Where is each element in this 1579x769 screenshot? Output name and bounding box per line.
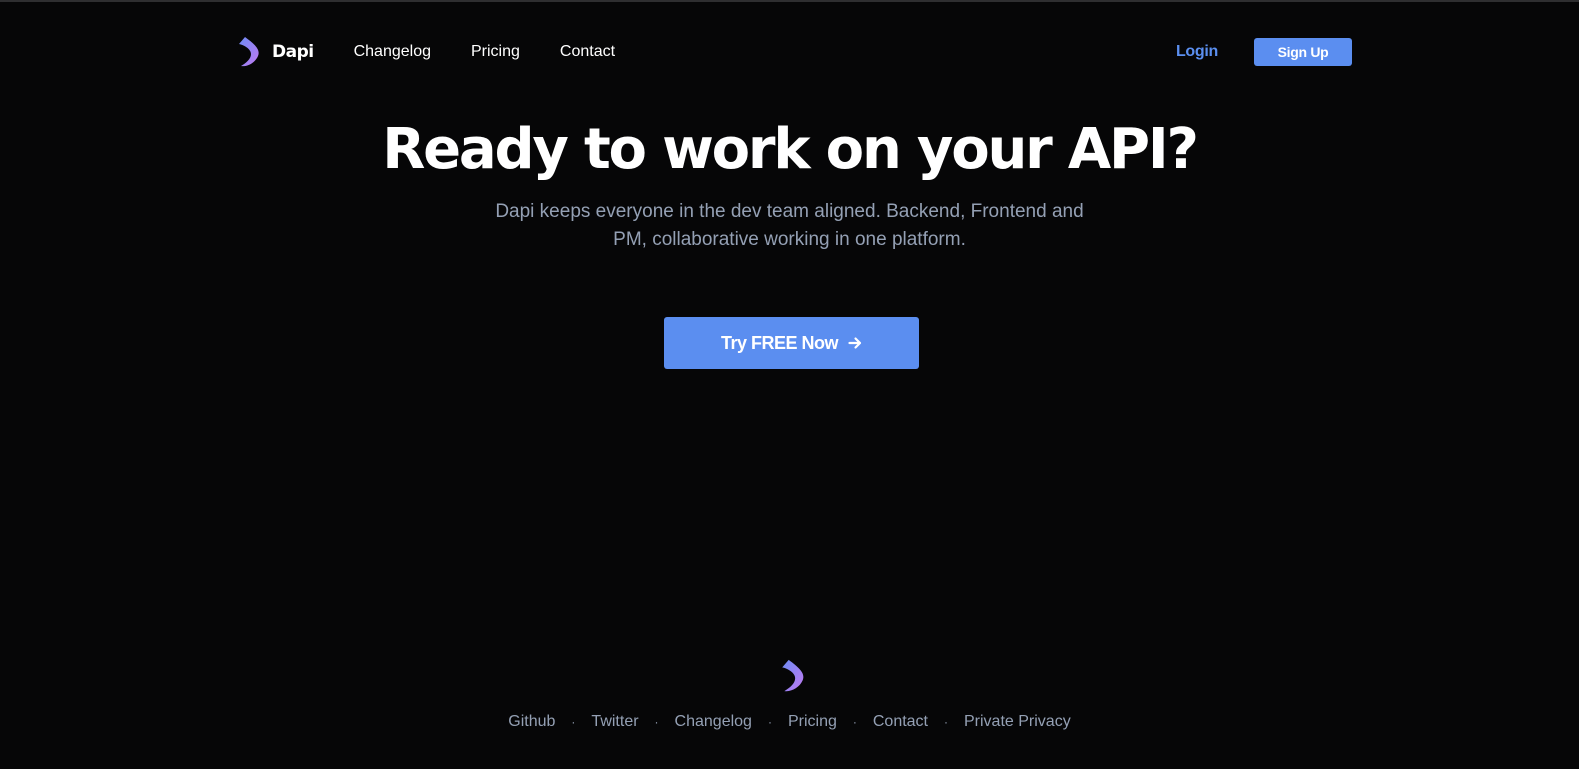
- signup-button[interactable]: Sign Up: [1254, 38, 1352, 66]
- footer-link-github[interactable]: Github: [508, 713, 555, 731]
- hero-title: Ready to work on your API?: [382, 117, 1199, 182]
- nav-links: Changelog Pricing Contact: [354, 43, 655, 61]
- nav-link-pricing[interactable]: Pricing: [471, 43, 520, 61]
- cta-label: Try FREE Now: [720, 332, 839, 353]
- nav-link-changelog[interactable]: Changelog: [354, 43, 431, 61]
- hero-subtitle: Dapi keeps everyone in the dev team alig…: [495, 201, 1084, 250]
- footer-link-pricing[interactable]: Pricing: [788, 713, 837, 731]
- footer-links: Github · Twitter · Changelog · Pricing ·…: [0, 713, 1579, 731]
- footer-link-twitter[interactable]: Twitter: [591, 713, 638, 731]
- footer-separator: ·: [944, 715, 948, 729]
- footer-separator: ·: [767, 715, 772, 729]
- login-link[interactable]: Login: [1176, 43, 1218, 61]
- footer-separator: ·: [654, 715, 659, 729]
- footer-link-contact[interactable]: Contact: [873, 713, 928, 731]
- top-navigation: Dapi Changelog Pricing Contact Login Sig…: [236, 32, 1352, 72]
- hero-section: Ready to work on your API? Dapi keeps ev…: [0, 114, 1579, 254]
- try-free-button[interactable]: Try FREE Now: [664, 317, 919, 369]
- auth-actions: Login Sign Up: [1176, 38, 1352, 66]
- dapi-logo-icon: [236, 36, 262, 68]
- footer-link-changelog[interactable]: Changelog: [675, 713, 752, 731]
- landing-page: Dapi Changelog Pricing Contact Login Sig…: [0, 0, 1579, 769]
- footer-separator: ·: [852, 715, 857, 729]
- footer-link-privacy[interactable]: Private Privacy: [964, 713, 1071, 731]
- footer-logo-icon: [779, 658, 807, 699]
- footer-separator: ·: [571, 715, 576, 729]
- nav-link-contact[interactable]: Contact: [560, 43, 615, 61]
- brand-name: Dapi: [272, 42, 314, 62]
- arrow-right-icon: [848, 336, 862, 350]
- brand-logo-link[interactable]: Dapi: [236, 36, 314, 68]
